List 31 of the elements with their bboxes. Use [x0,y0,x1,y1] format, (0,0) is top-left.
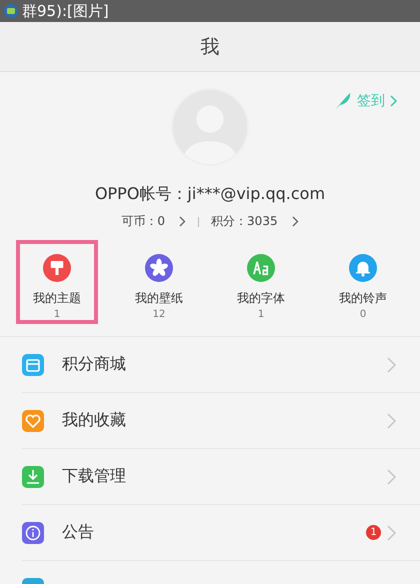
notification-text: 群95):[图片] [22,2,109,20]
tile-count: 1 [54,309,60,320]
tile-label: 我的铃声 [339,290,387,307]
points-link[interactable]: 积分：3035 [211,213,299,230]
notification-badge: 1 [366,525,381,540]
menu-item[interactable]: 公告 1 [22,505,420,561]
tile-label: 我的字体 [237,290,285,307]
chevron-icon [390,95,398,107]
menu-item[interactable]: 我的收藏 [22,393,420,449]
menu-item[interactable]: 积分商城 [22,337,420,393]
feather-icon [334,92,352,110]
chevron-icon [387,412,396,428]
account-text: OPPO帐号：ji***@vip.qq.com [94,184,326,205]
chevron-icon [387,468,396,484]
chevron-icon [292,216,299,227]
tile-label: 我的壁纸 [135,290,183,307]
menu-item[interactable]: 下载管理 [22,449,420,505]
category-tile[interactable]: 我的铃声 0 [322,240,404,324]
page-title: 我 [200,34,220,60]
category-tile[interactable]: 我的壁纸 12 [118,240,200,324]
chevron-icon [387,356,396,372]
category-tile[interactable]: 我的主题 1 [16,240,98,324]
tile-count: 0 [360,309,366,320]
tile-count: 12 [152,309,166,320]
tile-count: 1 [258,309,264,320]
chat-app-icon [4,4,18,18]
chevron-icon [179,216,186,227]
chevron-icon [387,524,396,540]
coins-link[interactable]: 可币：0 [121,213,186,230]
category-tile[interactable]: 我的字体 1 [220,240,302,324]
tile-label: 我的主题 [33,290,81,307]
